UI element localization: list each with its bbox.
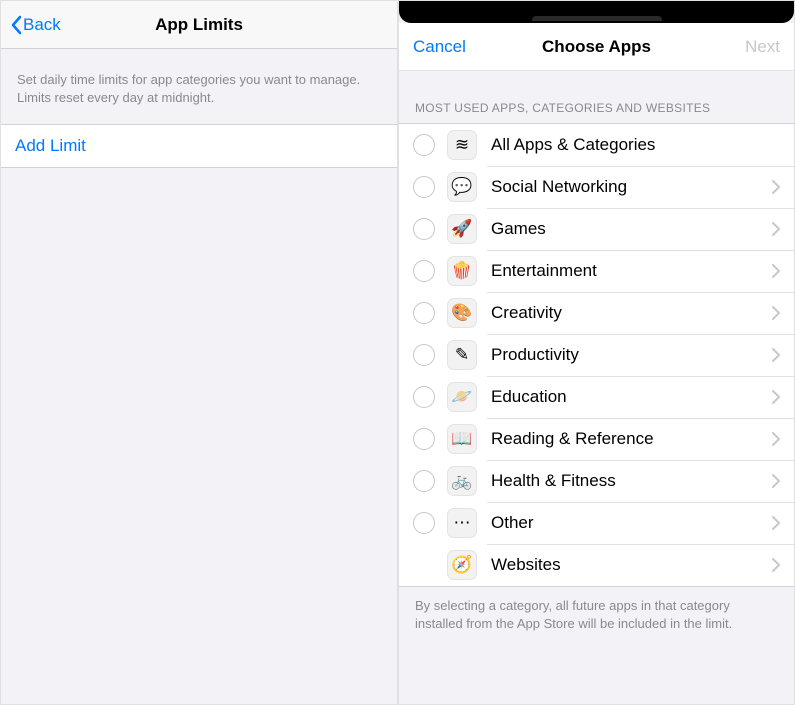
radio-unselected-icon[interactable] (413, 302, 435, 324)
page-title: App Limits (155, 15, 243, 35)
category-row[interactable]: ✎ Productivity (399, 334, 794, 376)
chevron-right-icon (772, 264, 780, 278)
category-icon: 🎨 (447, 298, 477, 328)
radio-unselected-icon[interactable] (413, 512, 435, 534)
category-row[interactable]: 🪐 Education (399, 376, 794, 418)
chevron-right-icon (772, 180, 780, 194)
radio-unselected-icon[interactable] (413, 260, 435, 282)
category-list: ≋ All Apps & Categories 💬 Social Networking… (399, 123, 794, 587)
category-label: Other (491, 513, 766, 533)
category-icon: 🚲 (447, 466, 477, 496)
section-description: Set daily time limits for app categories… (1, 49, 397, 124)
page-title: Choose Apps (542, 37, 651, 57)
category-label: Games (491, 219, 766, 239)
category-row[interactable]: ⋯ Other (399, 502, 794, 544)
add-limit-group: Add Limit (1, 124, 397, 168)
category-icon: 💬 (447, 172, 477, 202)
navbar-right: Cancel Choose Apps Next (399, 23, 794, 71)
chevron-right-icon (772, 390, 780, 404)
category-row[interactable]: ≋ All Apps & Categories (399, 124, 794, 166)
category-icon: 🧭 (447, 550, 477, 580)
category-label: Entertainment (491, 261, 766, 281)
sheet-handle (532, 16, 662, 21)
category-label: Education (491, 387, 766, 407)
category-icon: 📖 (447, 424, 477, 454)
category-row[interactable]: 🚀 Games (399, 208, 794, 250)
next-button[interactable]: Next (745, 37, 780, 57)
category-icon: 🚀 (447, 214, 477, 244)
chevron-right-icon (772, 306, 780, 320)
add-limit-button[interactable]: Add Limit (1, 125, 397, 167)
back-button[interactable]: Back (9, 14, 61, 36)
category-label: All Apps & Categories (491, 135, 780, 155)
chevron-right-icon (772, 558, 780, 572)
radio-unselected-icon[interactable] (413, 176, 435, 198)
category-row[interactable]: 🧭 Websites (399, 544, 794, 586)
category-icon: ⋯ (447, 508, 477, 538)
category-label: Health & Fitness (491, 471, 766, 491)
chevron-right-icon (772, 432, 780, 446)
category-label: Creativity (491, 303, 766, 323)
category-icon: ✎ (447, 340, 477, 370)
choose-apps-screen: Cancel Choose Apps Next MOST USED APPS, … (398, 0, 795, 705)
back-label: Back (23, 15, 61, 35)
category-label: Reading & Reference (491, 429, 766, 449)
category-row[interactable]: 🍿 Entertainment (399, 250, 794, 292)
radio-unselected-icon[interactable] (413, 470, 435, 492)
sheet-grabber-area (399, 1, 794, 23)
category-row[interactable]: 🚲 Health & Fitness (399, 460, 794, 502)
radio-unselected-icon[interactable] (413, 134, 435, 156)
section-footer: By selecting a category, all future apps… (399, 587, 794, 642)
cancel-label: Cancel (413, 37, 466, 57)
section-header: MOST USED APPS, CATEGORIES AND WEBSITES (399, 71, 794, 123)
category-row[interactable]: 📖 Reading & Reference (399, 418, 794, 460)
chevron-right-icon (772, 222, 780, 236)
category-icon: 🍿 (447, 256, 477, 286)
category-icon: ≋ (447, 130, 477, 160)
radio-unselected-icon[interactable] (413, 218, 435, 240)
category-row[interactable]: 💬 Social Networking (399, 166, 794, 208)
chevron-right-icon (772, 516, 780, 530)
category-icon: 🪐 (447, 382, 477, 412)
category-label: Productivity (491, 345, 766, 365)
chevron-right-icon (772, 348, 780, 362)
next-label: Next (745, 37, 780, 56)
radio-unselected-icon[interactable] (413, 344, 435, 366)
chevron-left-icon (9, 14, 23, 36)
category-label: Websites (491, 555, 766, 575)
radio-unselected-icon[interactable] (413, 428, 435, 450)
category-row[interactable]: 🎨 Creativity (399, 292, 794, 334)
radio-unselected-icon[interactable] (413, 386, 435, 408)
chevron-right-icon (772, 474, 780, 488)
app-limits-screen: Back App Limits Set daily time limits fo… (0, 0, 398, 705)
cancel-button[interactable]: Cancel (407, 37, 466, 57)
add-limit-label: Add Limit (15, 136, 86, 156)
category-label: Social Networking (491, 177, 766, 197)
navbar-left: Back App Limits (1, 1, 397, 49)
